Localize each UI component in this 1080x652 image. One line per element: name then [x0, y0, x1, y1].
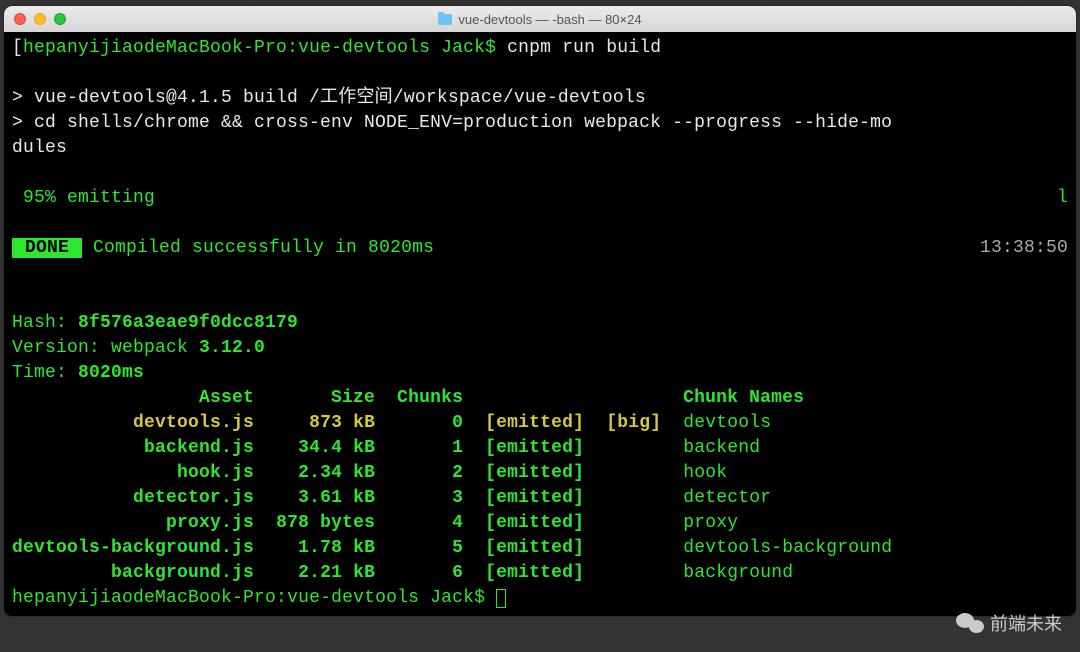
final-prompt: hepanyijiaodeMacBook-Pro:vue-devtools Ja…	[12, 588, 506, 608]
asset-table: Asset Size Chunks Chunk Names devtools.j…	[12, 386, 1068, 586]
window-title: vue-devtools — -bash — 80×24	[4, 12, 1076, 27]
npm-script-line-2b: dules	[12, 138, 67, 158]
prompt-user: Jack	[441, 38, 485, 58]
progress-line: 95% emittingl	[12, 186, 1068, 211]
table-row: devtools-background.js 1.78 kB 5 [emitte…	[12, 538, 892, 558]
hash-value: 8f576a3eae9f0dcc8179	[78, 313, 298, 333]
maximize-icon[interactable]	[54, 13, 66, 25]
table-row: proxy.js 878 bytes 4 [emitted] proxy	[12, 513, 738, 533]
version-line: Version: webpack 3.12.0	[12, 338, 265, 358]
table-row: background.js 2.21 kB 6 [emitted] backgr…	[12, 563, 793, 583]
terminal-body[interactable]: [hepanyijiaodeMacBook-Pro:vue-devtools J…	[4, 32, 1076, 616]
terminal-window: vue-devtools — -bash — 80×24 [hepanyijia…	[4, 6, 1076, 616]
watermark-text: 前端未来	[990, 610, 1062, 636]
done-line: DONE Compiled successfully in 8020ms 13:3…	[12, 236, 1068, 261]
prompt-dir: vue-devtools	[298, 38, 430, 58]
command-text: cnpm run build	[507, 38, 661, 58]
time-value: 8020ms	[78, 363, 144, 383]
prompt-host: hepanyijiaodeMacBook-Pro	[23, 38, 287, 58]
hash-line: Hash: 8f576a3eae9f0dcc8179	[12, 313, 298, 333]
npm-script-line-1: > vue-devtools@4.1.5 build /工作空间/workspa…	[12, 88, 646, 108]
done-msg: Compiled successfully in 8020ms	[82, 238, 434, 258]
prompt-sep: $	[485, 38, 496, 58]
npm-script-line-2a: > cd shells/chrome && cross-env NODE_ENV…	[12, 113, 892, 133]
table-row: devtools.js 873 kB 0 [emitted] [big] dev…	[12, 413, 771, 433]
titlebar[interactable]: vue-devtools — -bash — 80×24	[4, 6, 1076, 32]
prompt-line: [hepanyijiaodeMacBook-Pro:vue-devtools J…	[12, 38, 661, 58]
cursor-icon	[496, 589, 506, 608]
time-line: Time: 8020ms	[12, 363, 144, 383]
table-row: detector.js 3.61 kB 3 [emitted] detector	[12, 488, 771, 508]
title-text: vue-devtools — -bash — 80×24	[458, 12, 641, 27]
version-value: 3.12.0	[199, 338, 265, 358]
wechat-icon	[956, 611, 984, 635]
table-row: backend.js 34.4 kB 1 [emitted] backend	[12, 438, 760, 458]
table-header: Asset Size Chunks Chunk Names	[12, 388, 804, 408]
progress-tail: l	[1057, 186, 1068, 211]
window-controls	[14, 13, 66, 25]
close-icon[interactable]	[14, 13, 26, 25]
done-badge: DONE	[12, 238, 82, 258]
done-time: 13:38:50	[980, 236, 1068, 261]
minimize-icon[interactable]	[34, 13, 46, 25]
folder-icon	[438, 14, 452, 25]
table-row: hook.js 2.34 kB 2 [emitted] hook	[12, 463, 727, 483]
progress-text: 95% emitting	[12, 186, 1057, 211]
watermark: 前端未来	[956, 610, 1062, 636]
